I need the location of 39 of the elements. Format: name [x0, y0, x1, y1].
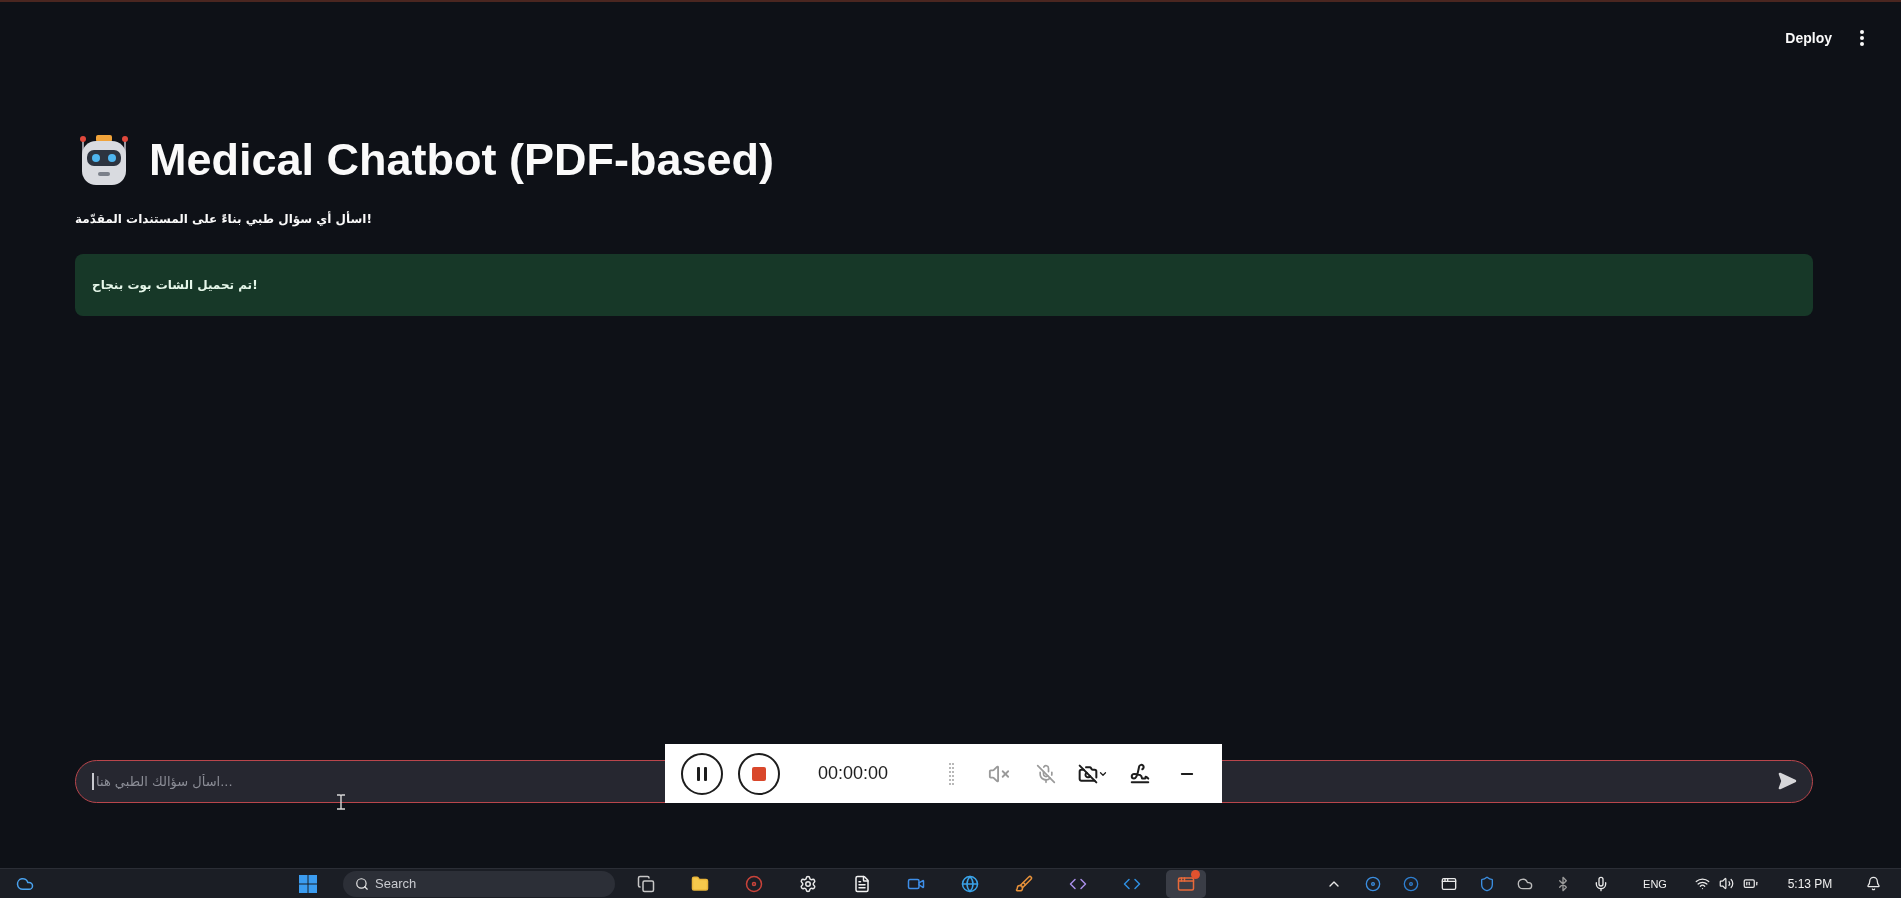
gear-icon[interactable] [799, 874, 817, 893]
battery-icon[interactable] [1742, 876, 1758, 891]
pause-button[interactable] [681, 752, 723, 795]
document-icon[interactable] [853, 874, 871, 893]
subtitle-text: اسأل أي سؤال طبي بناءً على المستندات المقدّمة! [75, 210, 372, 229]
alert-message: تم تحميل الشات بوت بنجاح! [92, 277, 258, 295]
pause-icon [696, 766, 708, 781]
task-view-icon[interactable] [637, 874, 655, 893]
search-icon [355, 876, 369, 891]
speaker-icon[interactable] [1718, 876, 1734, 891]
disc-icon[interactable] [1365, 875, 1381, 892]
robot-icon [79, 133, 129, 187]
app-window-icon[interactable] [1441, 875, 1457, 892]
microphone-off-icon[interactable] [1035, 763, 1056, 784]
microphone-icon[interactable] [1593, 875, 1609, 892]
disc-icon[interactable] [1403, 875, 1419, 892]
shield-icon[interactable] [1479, 875, 1495, 892]
recording-timer: 00:00:00 [818, 763, 890, 784]
stop-icon [752, 766, 766, 781]
more-menu-icon[interactable] [1859, 29, 1865, 47]
start-icon[interactable] [299, 874, 317, 893]
page-title: Medical Chatbot (PDF-based) [149, 133, 775, 187]
bell-icon[interactable] [1865, 876, 1881, 891]
brush-icon[interactable] [1015, 874, 1033, 893]
taskbar-clock[interactable]: 5:13 PM [1787, 876, 1833, 891]
taskbar-search-field[interactable]: Search [343, 870, 615, 897]
stop-button[interactable] [738, 752, 780, 795]
pen-icon[interactable] [1128, 762, 1151, 785]
wifi-icon[interactable] [1694, 876, 1710, 891]
notification-badge-icon [1191, 869, 1200, 879]
camera-off-icon[interactable] [1077, 763, 1098, 784]
globe-icon[interactable] [961, 874, 979, 893]
disc-icon[interactable] [745, 874, 763, 893]
send-icon[interactable] [1777, 771, 1797, 791]
level-meter-icon [949, 762, 954, 785]
language-indicator[interactable]: ENG [1643, 877, 1667, 890]
deploy-button[interactable]: Deploy [1777, 24, 1840, 52]
folder-icon[interactable] [691, 874, 709, 893]
text-cursor-icon [336, 794, 346, 810]
